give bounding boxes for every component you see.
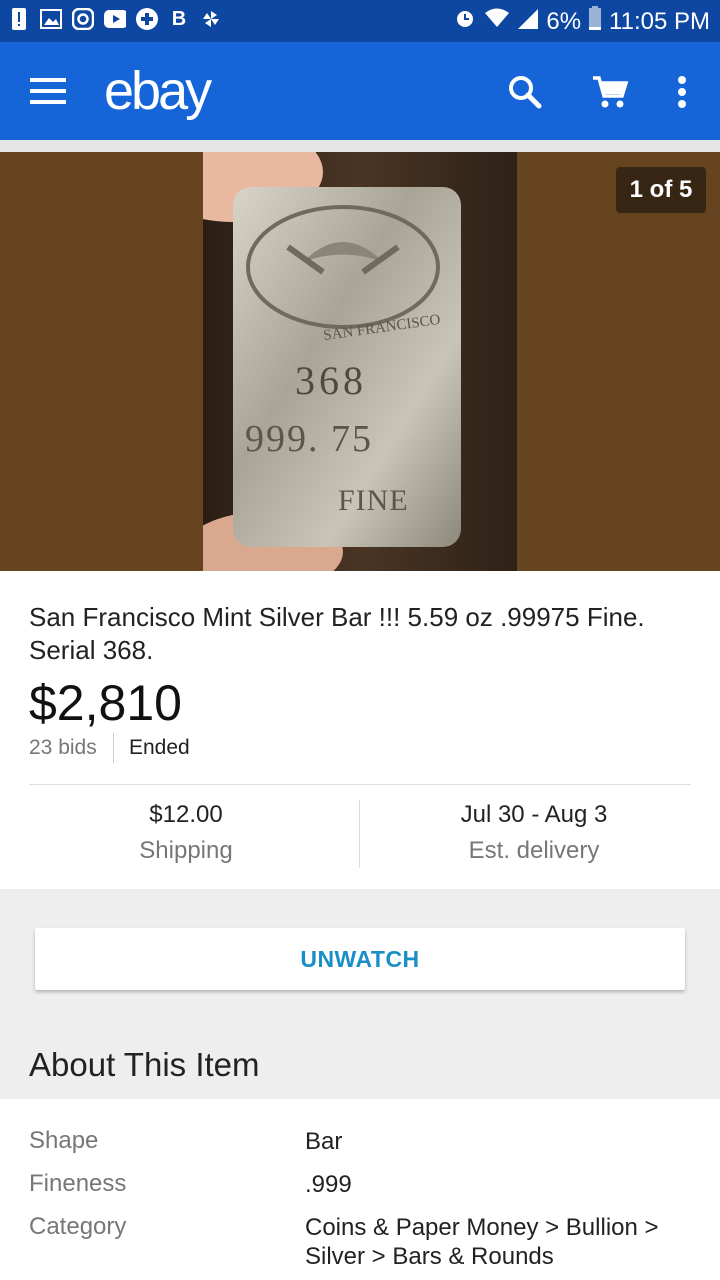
status-bar: B 6% 11:05 PM	[0, 0, 720, 42]
image-gallery[interactable]: SAN FRANCISCO 368 999. 75 FINE	[0, 152, 720, 571]
spec-key: Category	[29, 1213, 127, 1240]
ebay-logo[interactable]: ebay	[104, 60, 212, 122]
listing-price: $2,810	[29, 675, 182, 731]
delivery-label: Est. delivery	[468, 837, 600, 864]
divider	[0, 140, 720, 152]
spec-key: Shape	[29, 1127, 99, 1154]
listing-title: San Francisco Mint Silver Bar !!! 5.59 o…	[29, 602, 645, 665]
silver-bar-photo[interactable]: SAN FRANCISCO 368 999. 75 FINE	[203, 152, 517, 571]
spec-key: Fineness	[29, 1170, 127, 1197]
bid-count[interactable]: 23 bids	[29, 736, 97, 760]
spec-value: Coins & Paper Money > Bullion > Silver >…	[305, 1214, 659, 1270]
divider	[29, 784, 691, 785]
clock: 11:05 PM	[609, 7, 710, 35]
search-icon[interactable]	[505, 72, 545, 112]
notification-icons: B	[8, 8, 222, 30]
battery-icon	[589, 6, 602, 37]
stamp-serial: 368	[295, 358, 367, 403]
wifi-icon	[484, 7, 510, 36]
pinwheel-icon	[200, 8, 222, 30]
shipping-label: Shipping	[139, 837, 233, 864]
stamp-fineness: 999. 75	[245, 418, 373, 460]
menu-icon[interactable]	[30, 78, 66, 106]
b-app-icon: B	[171, 7, 187, 30]
more-options-icon[interactable]	[668, 72, 696, 112]
delivery-info: Jul 30 - Aug 3 Est. delivery	[364, 801, 704, 865]
delivery-dates: Jul 30 - Aug 3	[460, 801, 608, 828]
unwatch-button[interactable]: UNWATCH	[35, 928, 685, 990]
youtube-icon	[104, 8, 126, 30]
gallery-icon	[40, 8, 62, 30]
item-specifics: Shape Bar Fineness .999 Category Coins &…	[0, 1099, 720, 1280]
listing-status: Ended	[129, 736, 190, 759]
battery-percent: 6%	[546, 7, 582, 35]
listing-summary: San Francisco Mint Silver Bar !!! 5.59 o…	[0, 571, 720, 889]
instagram-icon	[72, 8, 94, 30]
shipping-info: $12.00 Shipping	[16, 801, 356, 865]
system-status: 6% 11:05 PM	[454, 6, 710, 37]
divider	[359, 800, 360, 868]
plus-app-icon	[136, 8, 158, 30]
app-bar: ebay	[0, 42, 720, 140]
divider	[113, 733, 114, 763]
spec-value: Bar	[305, 1128, 343, 1155]
shipping-cost: $12.00	[149, 801, 223, 828]
image-counter-badge: 1 of 5	[616, 167, 706, 213]
cart-icon[interactable]	[590, 72, 630, 112]
stamp-fine: FINE	[338, 484, 409, 517]
spec-value: .999	[305, 1171, 352, 1198]
section-title: About This Item	[29, 1046, 260, 1083]
alarm-icon	[454, 7, 476, 36]
signal-icon	[518, 8, 539, 36]
alert-icon	[8, 8, 30, 30]
